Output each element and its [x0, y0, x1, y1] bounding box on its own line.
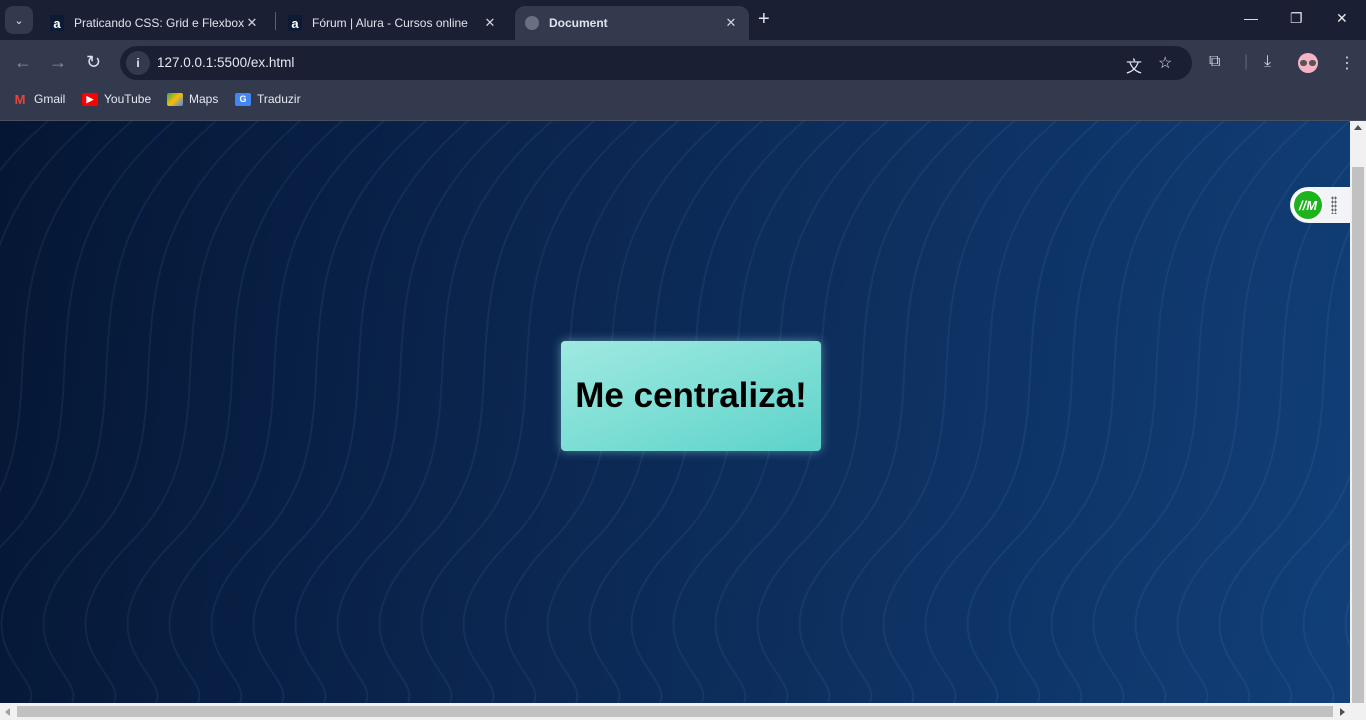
- wave-line: [1008, 121, 1226, 703]
- translate-icon[interactable]: 文: [1126, 53, 1142, 77]
- wave-line: [126, 121, 344, 703]
- minimize-button[interactable]: —: [1244, 10, 1258, 26]
- centered-box: Me centraliza!: [561, 341, 821, 451]
- wave-line: [168, 121, 386, 703]
- bookmark-label: Gmail: [34, 92, 66, 106]
- youtube-icon: ▶: [82, 92, 98, 106]
- wave-line: [42, 121, 260, 703]
- bookmark-label: YouTube: [104, 92, 152, 106]
- horizontal-scrollbar[interactable]: [0, 703, 1366, 720]
- vertical-scrollbar[interactable]: [1350, 121, 1366, 703]
- tab-praticando-css[interactable]: a Praticando CSS: Grid e Flexbox ✕: [40, 6, 270, 40]
- wave-line: [798, 121, 1016, 703]
- toolbar-divider: |: [1244, 53, 1249, 70]
- new-tab-button[interactable]: +: [758, 8, 770, 31]
- wave-line: [336, 121, 554, 703]
- globe-icon: [525, 16, 539, 30]
- drag-handle-icon[interactable]: [1331, 196, 1337, 214]
- chevron-down-icon: ⌄: [14, 14, 24, 27]
- scroll-up-icon[interactable]: [1354, 125, 1362, 130]
- wave-line: [0, 121, 134, 493]
- scroll-left-icon[interactable]: [5, 708, 10, 716]
- close-tab-icon[interactable]: ✕: [244, 15, 260, 31]
- back-button[interactable]: ←: [14, 52, 32, 73]
- star-icon[interactable]: ☆: [1158, 53, 1172, 73]
- wave-line: [294, 121, 512, 703]
- close-window-button[interactable]: ✕: [1336, 10, 1348, 27]
- scrollbar-thumb[interactable]: [17, 706, 1333, 717]
- widget-logo[interactable]: //M: [1292, 189, 1324, 221]
- reload-button[interactable]: ↻: [86, 52, 101, 73]
- bookmark-traduzir[interactable]: G Traduzir: [235, 92, 301, 106]
- extensions-icon[interactable]: ⧉: [1209, 53, 1220, 71]
- box-text: Me centraliza!: [575, 376, 807, 415]
- scroll-right-icon[interactable]: [1340, 708, 1345, 716]
- forward-button[interactable]: →: [49, 52, 67, 73]
- site-info-icon[interactable]: i: [126, 51, 150, 75]
- alura-icon: a: [50, 15, 64, 31]
- wave-line: [924, 121, 1142, 703]
- translate-icon: G: [235, 92, 251, 106]
- tab-title: Fórum | Alura - Cursos online: [312, 16, 468, 30]
- wave-line: [966, 121, 1184, 703]
- tab-forum-alura[interactable]: a Fórum | Alura - Cursos online ✕: [278, 6, 508, 40]
- bookmark-maps[interactable]: Maps: [167, 92, 218, 106]
- tab-search-button[interactable]: ⌄: [5, 6, 33, 34]
- alura-icon: a: [288, 15, 302, 31]
- page-content: Me centraliza! //M: [0, 121, 1350, 703]
- wave-line: [0, 121, 218, 703]
- wave-line: [1050, 121, 1268, 703]
- bookmark-label: Traduzir: [257, 92, 301, 106]
- wave-line: [84, 121, 302, 703]
- wave-line: [840, 121, 1058, 703]
- close-tab-icon[interactable]: ✕: [482, 15, 498, 31]
- browser-toolbar: ← → ↻ i 127.0.0.1:5500/ex.html 文 ☆ ⧉ | ⤓…: [0, 40, 1366, 121]
- tab-document[interactable]: Document ✕: [515, 6, 749, 40]
- address-bar[interactable]: i 127.0.0.1:5500/ex.html 文 ☆: [120, 46, 1192, 80]
- tab-strip: ⌄ a Praticando CSS: Grid e Flexbox ✕ a F…: [0, 0, 1366, 40]
- close-tab-icon[interactable]: ✕: [723, 15, 739, 31]
- avatar[interactable]: [1298, 53, 1318, 73]
- scrollbar-thumb[interactable]: [1352, 167, 1364, 703]
- download-icon[interactable]: ⤓: [1264, 53, 1271, 71]
- bookmark-gmail[interactable]: M Gmail: [12, 91, 66, 107]
- wave-line: [210, 121, 428, 703]
- floating-widget[interactable]: //M: [1290, 187, 1350, 223]
- gmail-icon: M: [14, 91, 26, 107]
- bookmark-label: Maps: [189, 92, 219, 106]
- restore-button[interactable]: ❐: [1290, 10, 1303, 27]
- tab-title: Document: [549, 16, 608, 30]
- bookmark-youtube[interactable]: ▶ YouTube: [82, 92, 151, 106]
- wave-line: [882, 121, 1100, 703]
- wave-line: [1092, 121, 1310, 703]
- wave-line: [252, 121, 470, 703]
- maps-icon: [167, 92, 183, 106]
- wave-line: [0, 121, 176, 549]
- wave-line: [0, 121, 50, 173]
- url-text[interactable]: 127.0.0.1:5500/ex.html: [157, 55, 294, 70]
- tab-title: Praticando CSS: Grid e Flexbox: [74, 16, 244, 30]
- tab-divider: [275, 12, 276, 30]
- menu-icon[interactable]: ⋮: [1339, 53, 1355, 73]
